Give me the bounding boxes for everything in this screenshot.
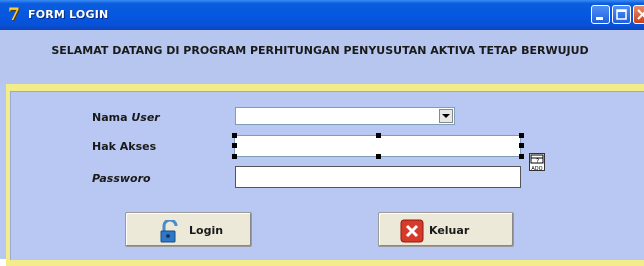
title-bar[interactable]: 7 FORM LOGIN [0, 0, 644, 30]
password-label-text: Passworo [92, 172, 151, 185]
password-label: Passworo [92, 172, 151, 185]
padlock-icon [160, 220, 178, 243]
resize-handle[interactable] [232, 143, 237, 148]
user-label-prefix: Nama [92, 111, 132, 124]
user-label: Nama User [92, 111, 160, 124]
resize-handle[interactable] [376, 133, 381, 138]
login-window: 7 FORM LOGIN SELAMAT DATANG DI PROGRAM P… [0, 0, 644, 266]
resize-handle[interactable] [232, 133, 237, 138]
maximize-icon [616, 9, 627, 20]
resize-handle[interactable] [376, 154, 381, 159]
svg-text:?: ? [536, 158, 539, 164]
data-control-icon[interactable]: ? ADO [529, 153, 545, 172]
resize-handle[interactable] [519, 133, 524, 138]
resize-handle[interactable] [232, 154, 237, 159]
keluar-button-label: Keluar [429, 224, 470, 237]
resize-handle[interactable] [519, 143, 524, 148]
hak-akses-label: Hak Akses [92, 140, 157, 153]
login-button[interactable]: Login [125, 212, 252, 247]
user-label-italic: User [131, 111, 160, 124]
welcome-heading: SELAMAT DATANG DI PROGRAM PERHITUNGAN PE… [51, 44, 589, 57]
close-button[interactable] [633, 5, 644, 24]
data-control-icon-label: ADO [531, 166, 543, 172]
close-icon [637, 9, 644, 20]
grid-icon: ? [530, 154, 544, 165]
keluar-button[interactable]: Keluar [378, 212, 514, 247]
maximize-button[interactable] [612, 5, 631, 24]
user-combobox[interactable] [235, 107, 455, 125]
password-field[interactable] [235, 166, 521, 188]
chevron-down-icon [442, 114, 450, 118]
header-band [0, 30, 644, 85]
login-button-label: Login [189, 224, 224, 237]
minimize-button[interactable] [591, 5, 610, 24]
combobox-dropdown-button[interactable] [439, 109, 453, 123]
minimize-icon [596, 17, 603, 20]
exit-x-icon [400, 219, 424, 243]
app-icon: 7 [8, 5, 20, 25]
resize-handle[interactable] [519, 154, 524, 159]
window-title: FORM LOGIN [28, 8, 109, 21]
